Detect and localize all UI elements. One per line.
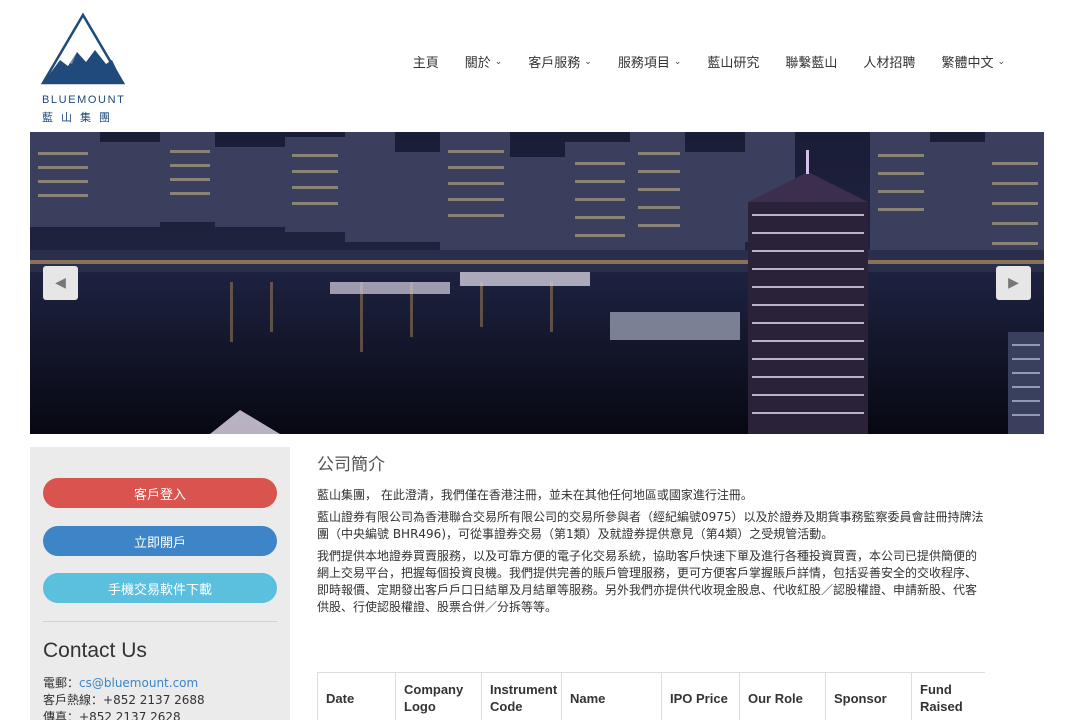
profile-paragraph: 藍山證券有限公司為香港聯合交易所有限公司的交易所參與者（經紀編號0975）以及於… [317, 510, 984, 541]
hero-banner: ◀ ▶ [30, 132, 1044, 434]
contact-email: 電郵：cs@bluemount.com [43, 674, 198, 691]
open-account-button[interactable]: 立即開戶 [43, 526, 277, 556]
column-header: Name [561, 673, 661, 720]
column-header: Company Logo [395, 673, 481, 720]
hotline-value: +852 2137 2688 [103, 693, 205, 707]
profile-paragraph: 我們提供本地證券買賣服務，以及可靠方便的電子化交易系統，協助客戶快速下單及進行各… [317, 549, 978, 614]
column-header: Instrument Code [481, 673, 561, 720]
nav-item-services[interactable]: 服務項目 ⌄ [605, 52, 695, 71]
sidebar: 客戶登入 立即開戶 手機交易軟件下載 Contact Us 電郵：cs@blue… [30, 447, 290, 720]
main-nav: 主頁 關於 ⌄ 客戶服務 ⌄ 服務項目 ⌄ 藍山研究 聯繫藍山 人材招聘 繁體中文 ⌄ [400, 52, 1018, 71]
nav-label: 客戶服務 [528, 56, 581, 71]
banner-next-button[interactable]: ▶ [996, 266, 1031, 300]
bluemount-logo[interactable]: BLUEMOUNT 藍山集團 [38, 12, 130, 124]
chevron-down-icon: ⌄ [673, 56, 682, 67]
contact-fax: 傳真：+852 2137 2628 [43, 708, 181, 720]
nav-label: 關於 [464, 56, 491, 71]
nav-item-home[interactable]: 主頁 [400, 52, 452, 71]
city-skyline-image [30, 132, 1044, 434]
column-header: Our Role [739, 673, 825, 720]
column-header: Date [317, 673, 395, 720]
profile-paragraph: 藍山集團， 在此澄清，我們僅在香港注冊，並未在其他任何地區或國家進行注冊。 [317, 488, 753, 502]
contact-hotline: 客戶熱線：+852 2137 2688 [43, 691, 205, 708]
ipo-table: Date Company Logo Instrument Code Name I… [317, 672, 985, 720]
chevron-down-icon: ⌄ [494, 56, 503, 67]
nav-item-about[interactable]: 關於 ⌄ [452, 52, 516, 71]
column-header: IPO Price [661, 673, 739, 720]
email-label: 電郵： [43, 676, 80, 690]
chevron-left-icon: ◀ [55, 275, 66, 291]
company-profile-heading: 公司簡介 [317, 455, 385, 475]
client-login-button[interactable]: 客戶登入 [43, 478, 277, 508]
email-link[interactable]: cs@bluemount.com [79, 676, 198, 690]
main-content: 公司簡介 藍山集團， 在此澄清，我們僅在香港注冊，並未在其他任何地區或國家進行注… [317, 450, 985, 621]
chevron-down-icon: ⌄ [997, 56, 1005, 67]
column-header: Fund Raised [911, 673, 985, 720]
nav-label: 繁體中文 [941, 56, 994, 71]
banner-prev-button[interactable]: ◀ [43, 266, 78, 300]
chevron-down-icon: ⌄ [584, 56, 592, 67]
logo-text-zh: 藍山集團 [42, 111, 118, 124]
nav-item-research[interactable]: 藍山研究 [694, 52, 772, 71]
nav-item-careers[interactable]: 人材招聘 [850, 52, 928, 71]
nav-label: 主頁 [412, 56, 439, 71]
sidebar-divider [43, 621, 277, 622]
hotline-label: 客戶熱線： [43, 693, 104, 707]
nav-label: 人材招聘 [863, 56, 916, 71]
contact-us-heading: Contact Us [43, 639, 147, 662]
logo-text-en: BLUEMOUNT [42, 94, 126, 106]
nav-item-language[interactable]: 繁體中文 ⌄ [928, 52, 1018, 71]
fax-value: +852 2137 2628 [79, 710, 181, 720]
column-header: Sponsor [825, 673, 911, 720]
nav-label: 服務項目 [617, 56, 670, 71]
nav-label: 藍山研究 [707, 56, 760, 71]
nav-item-contact[interactable]: 聯繫藍山 [772, 52, 850, 71]
mobile-app-download-button[interactable]: 手機交易軟件下載 [43, 573, 277, 603]
nav-label: 聯繫藍山 [785, 56, 838, 71]
fax-label: 傳真： [43, 710, 80, 720]
chevron-right-icon: ▶ [1008, 275, 1019, 291]
nav-item-customer-service[interactable]: 客戶服務 ⌄ [515, 52, 605, 71]
table-header-row: Date Company Logo Instrument Code Name I… [317, 673, 985, 720]
mountain-logo-icon [40, 12, 126, 85]
